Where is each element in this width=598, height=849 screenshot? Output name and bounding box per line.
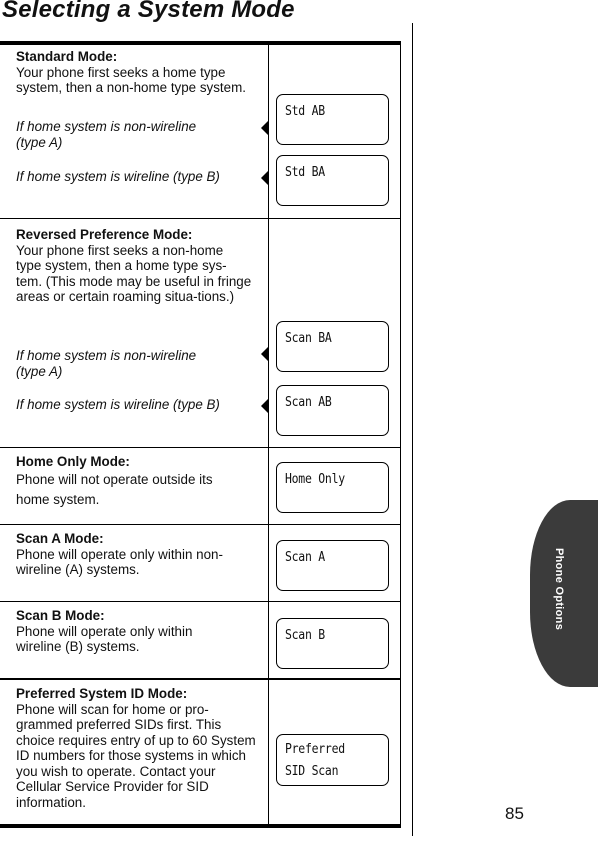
page-title: Selecting a System Mode bbox=[2, 0, 295, 23]
page-number: 85 bbox=[505, 804, 524, 823]
mode-body: Phone will operate only within non-wirel… bbox=[16, 546, 223, 578]
mode-body: Your phone first seeks a non-home type s… bbox=[16, 242, 252, 305]
mode-description: Standard Mode: Your phone first seeks a … bbox=[16, 49, 268, 96]
mode-body: Your phone first seeks a home type syste… bbox=[16, 64, 246, 96]
table-row-reversed-preference-mode: Reversed Preference Mode: Your phone fir… bbox=[0, 219, 400, 448]
table-row-home-only-mode: Home Only Mode: Phone will not operate o… bbox=[0, 448, 400, 525]
mode-heading: Home Only Mode: bbox=[16, 454, 130, 469]
lcd-text: Scan A bbox=[285, 549, 325, 565]
lcd-display: Std AB bbox=[276, 94, 389, 145]
mode-body: Phone will scan for home or pro-grammed … bbox=[16, 701, 256, 810]
lcd-text: Std AB bbox=[285, 103, 325, 119]
pointer-arrow-icon bbox=[261, 121, 268, 135]
mode-heading: Standard Mode: bbox=[16, 49, 118, 64]
mode-description: Scan B Mode: Phone will operate only wit… bbox=[16, 608, 226, 655]
lcd-display: Scan B bbox=[276, 618, 389, 669]
pointer-arrow-icon bbox=[261, 347, 268, 361]
mode-description: Preferred System ID Mode: Phone will sca… bbox=[16, 686, 261, 810]
lcd-text: Home Only bbox=[285, 471, 345, 487]
lcd-text: Scan B bbox=[285, 627, 325, 643]
table-row-scan-a-mode: Scan A Mode: Phone will operate only wit… bbox=[0, 525, 400, 602]
option-condition: If home system is wireline (type B) bbox=[16, 169, 220, 184]
lcd-text: Scan BA bbox=[285, 330, 332, 346]
lcd-text: Preferred SID Scan bbox=[285, 741, 345, 779]
mode-heading: Scan A Mode: bbox=[16, 531, 104, 546]
pointer-arrow-icon bbox=[261, 399, 268, 413]
table-row-standard-mode: Standard Mode: Your phone first seeks a … bbox=[0, 45, 400, 219]
lcd-display: Scan AB bbox=[276, 385, 389, 436]
mode-body: Phone will not operate outside its home … bbox=[16, 472, 213, 507]
lcd-text: Scan AB bbox=[285, 394, 332, 410]
lcd-display: Std BA bbox=[276, 155, 389, 206]
pointer-arrow-icon bbox=[261, 171, 268, 185]
option-condition: If home system is non-wireline (type A) bbox=[16, 348, 197, 379]
mode-heading: Scan B Mode: bbox=[16, 608, 105, 623]
option-condition: If home system is wireline (type B) bbox=[16, 397, 220, 412]
mode-description: Home Only Mode: Phone will not operate o… bbox=[16, 454, 268, 510]
mode-heading: Preferred System ID Mode: bbox=[16, 686, 188, 701]
lcd-display: Scan BA bbox=[276, 321, 389, 372]
lcd-display: Home Only bbox=[276, 462, 389, 513]
mode-description: Reversed Preference Mode: Your phone fir… bbox=[16, 227, 252, 305]
mode-heading: Reversed Preference Mode: bbox=[16, 227, 193, 242]
mode-description: Scan A Mode: Phone will operate only wit… bbox=[16, 531, 226, 578]
system-mode-table: Standard Mode: Your phone first seeks a … bbox=[0, 41, 401, 828]
lcd-text: Std BA bbox=[285, 164, 325, 180]
lcd-display: Preferred SID Scan bbox=[276, 734, 389, 786]
margin-rule bbox=[412, 23, 413, 836]
option-condition: If home system is non-wireline (type A) bbox=[16, 119, 197, 150]
mode-body: Phone will operate only within wireline … bbox=[16, 623, 193, 655]
table-row-scan-b-mode: Scan B Mode: Phone will operate only wit… bbox=[0, 602, 400, 680]
lcd-display: Scan A bbox=[276, 540, 389, 591]
section-tab-label: Phone Options bbox=[553, 548, 565, 631]
table-row-preferred-sid-mode: Preferred System ID Mode: Phone will sca… bbox=[0, 680, 400, 828]
